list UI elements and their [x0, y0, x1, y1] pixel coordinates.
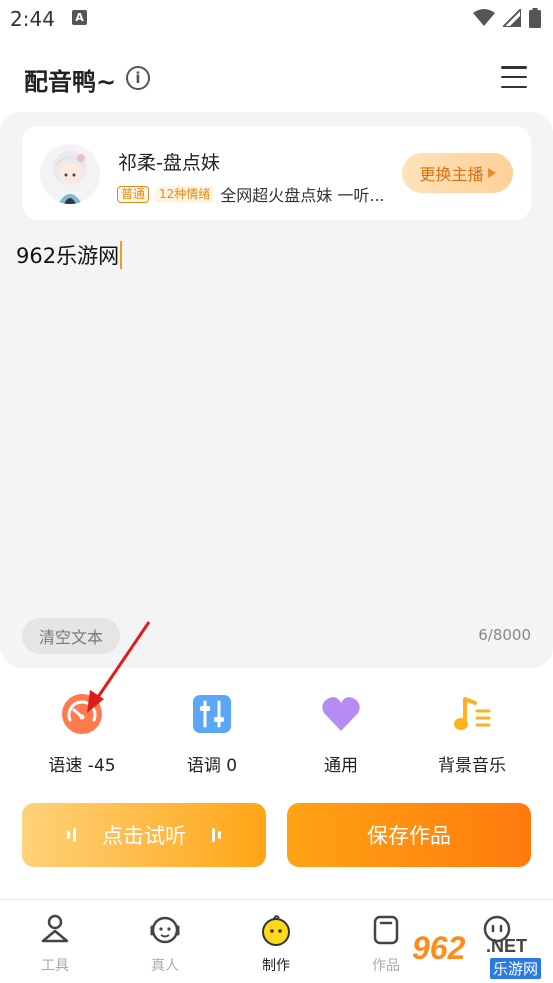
person-icon	[150, 916, 180, 944]
status-bar: 2:44 A	[0, 0, 553, 38]
nav-person[interactable]: 真人	[130, 914, 200, 975]
watermark-net: .NET	[486, 936, 528, 956]
signal-icon	[503, 9, 521, 27]
listen-button[interactable]: 点击试听	[22, 803, 266, 867]
nav-person-label: 真人	[151, 958, 179, 974]
anchor-name: 祁柔-盘点妹	[118, 152, 220, 174]
play-triangle-icon	[487, 168, 496, 178]
tool-general[interactable]: 通用	[276, 693, 406, 776]
text-value: 962乐游网	[16, 244, 120, 268]
tool-tone[interactable]: 语调 0	[147, 693, 277, 776]
anchor-description: 全网超火盘点妹 一听...	[220, 186, 385, 205]
sound-wave-right-icon	[212, 828, 221, 842]
char-count: 6/8000	[478, 626, 531, 644]
nav-works-label: 作品	[372, 958, 400, 974]
tone-sliders-icon	[193, 695, 231, 733]
nav-make[interactable]: 制作	[241, 914, 311, 975]
tool-speed[interactable]: 语速 -45	[17, 693, 147, 776]
music-note-icon	[454, 697, 491, 730]
nav-tools-label: 工具	[41, 958, 69, 974]
nav-works[interactable]: 作品	[351, 914, 421, 975]
tool-bgm[interactable]: 背景音乐	[407, 693, 537, 776]
works-icon	[373, 915, 399, 945]
sound-wave-left-icon	[67, 828, 76, 842]
anchor-card[interactable]: 祁柔-盘点妹 普通 12种情绪 全网超火盘点妹 一听... 更换主播	[22, 126, 531, 220]
change-anchor-label: 更换主播	[419, 165, 484, 184]
anchor-avatar	[40, 144, 100, 204]
watermark-logo: 962 .NET 乐游网	[412, 928, 550, 980]
tool-speed-label: 语速 -45	[48, 756, 116, 776]
text-input[interactable]: 962乐游网	[16, 240, 123, 270]
tag-normal: 普通	[117, 185, 150, 203]
change-anchor-button[interactable]: 更换主播	[402, 153, 513, 193]
battery-icon	[529, 8, 541, 28]
save-button[interactable]: 保存作品	[287, 803, 531, 867]
tool-bgm-label: 背景音乐	[438, 756, 506, 776]
info-icon[interactable]: i	[126, 66, 150, 90]
watermark-site: 乐游网	[490, 958, 542, 979]
tag-emotion: 12种情绪	[155, 185, 215, 203]
anchor-meta: 普通 12种情绪 全网超火盘点妹 一听...	[117, 182, 385, 206]
duck-icon	[262, 915, 290, 946]
watermark-number: 962	[412, 930, 466, 966]
tool-general-label: 通用	[324, 756, 358, 776]
tools-row: 语速 -45 语调 0 通用 背景音乐	[0, 693, 553, 779]
speed-gauge-icon	[62, 694, 102, 734]
nav-make-label: 制作	[262, 958, 290, 974]
editor-panel: 祁柔-盘点妹 普通 12种情绪 全网超火盘点妹 一听... 更换主播 962乐游…	[0, 112, 553, 668]
app-title: 配音鸭~	[24, 68, 117, 96]
text-caret	[120, 241, 123, 269]
wifi-icon	[473, 9, 495, 26]
nav-tools[interactable]: 工具	[20, 914, 90, 975]
clear-text-button[interactable]: 清空文本	[22, 618, 120, 654]
anchor-avatar-image	[40, 144, 100, 204]
menu-icon[interactable]	[501, 66, 527, 88]
status-time: 2:44	[10, 7, 55, 31]
listen-label: 点击试听	[102, 824, 186, 848]
app-header: 配音鸭~ i	[0, 50, 553, 106]
tools-icon	[41, 914, 69, 943]
app-notification-icon: A	[72, 10, 87, 25]
status-icons	[473, 8, 541, 28]
tool-tone-label: 语调 0	[186, 756, 238, 776]
heart-icon	[322, 697, 360, 731]
